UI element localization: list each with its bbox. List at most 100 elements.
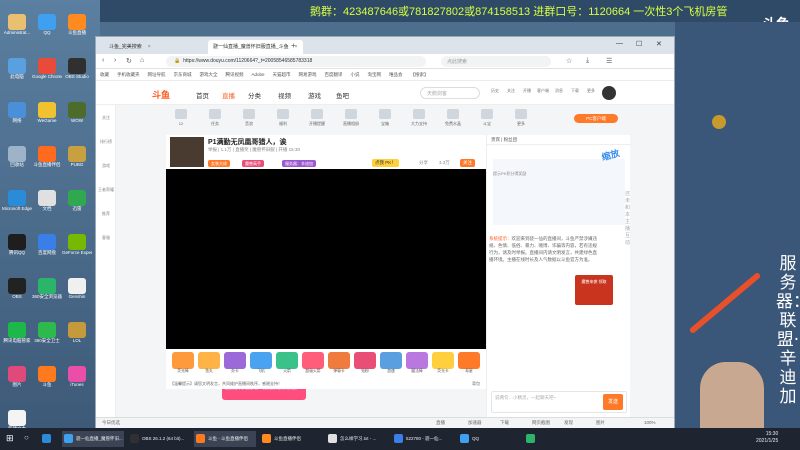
desktop-icon[interactable]: 斗鱼直播伴侣 [32,146,62,176]
left-rail-item[interactable]: 排行榜 [98,139,114,145]
video-player[interactable] [166,169,486,349]
bookmark-item[interactable]: 网易游戏 [299,72,317,78]
desktop-icon[interactable]: WOW [62,102,92,132]
nav-video[interactable]: 视频 [278,90,291,100]
status-item[interactable]: 发现 [564,420,573,426]
bookmark-item[interactable]: 百度翻译 [325,72,343,78]
new-tab-button[interactable]: + [291,41,296,50]
feature-tab[interactable]: 大力支持 [404,109,434,127]
taskbar-item[interactable] [524,431,542,447]
feature-tab[interactable]: 福利 [268,109,298,127]
desktop-icon[interactable]: PUBG [62,146,92,176]
nav-category[interactable]: 分类 [248,90,261,100]
desktop-icon[interactable]: OBS Studio [62,58,92,88]
streamer-thumbnail[interactable] [170,137,204,167]
taskbar-item[interactable]: 522780 - 骁一仙... [392,431,454,447]
status-item[interactable]: 加速器 [468,420,482,426]
header-icon-item[interactable]: 开播 [520,88,534,94]
header-icon-item[interactable]: 下载 [568,88,582,94]
feature-tab[interactable]: 任务 [200,109,230,127]
status-left[interactable]: 今日优选 [102,420,120,426]
taskbar-item[interactable]: OBS 26.1.2 (64 bit)... [128,431,190,447]
gift-item-icon[interactable] [432,352,454,369]
header-icon-item[interactable]: 消息 [552,88,566,94]
desktop-icon[interactable]: 斗鱼 [32,366,62,396]
home-icon[interactable]: ⌂ [140,57,144,64]
url-input[interactable]: 🔒 https://www.douyu.com/1120664?_t=200585… [166,56,426,67]
left-rail-item[interactable]: 关注 [98,115,114,121]
douyu-search-input[interactable]: 天鹅剑客 [420,87,480,99]
desktop-icon[interactable]: iTunes [62,366,92,396]
gift-item-icon[interactable] [302,352,324,369]
desktop-icon[interactable]: 网络 [2,102,32,132]
chat-popup-ad[interactable]: 魔兽来袭 领取 [575,275,613,305]
gift-item-icon[interactable] [380,352,402,369]
bookmark-item[interactable]: 收藏 [100,72,109,78]
status-item[interactable]: 网页截图 [532,420,550,426]
desktop-icon[interactable]: 回收站 [2,146,32,176]
close-tab-icon[interactable]: × [148,44,151,50]
status-item[interactable]: 图片 [596,420,605,426]
taskbar-item[interactable]: 斗鱼直播伴侣 [260,431,322,447]
download-icon[interactable]: ⤓ [586,57,589,65]
desktop-icon[interactable]: 图片 [2,366,32,396]
pk-button[interactable]: 点我 PK！ [372,159,399,167]
desktop-icon[interactable]: Google Chrome [32,58,62,88]
gift-item-icon[interactable] [198,352,220,369]
taskbar-item[interactable]: 斗鱼 - 斗鱼直播伴侣 [194,431,256,447]
bookmark-item[interactable]: 网址导航 [148,72,166,78]
feature-tab[interactable]: 音浪 [234,109,264,127]
gift-item-icon[interactable] [328,352,350,369]
refresh-icon[interactable]: ↻ [126,57,132,65]
desktop-icon[interactable]: 360安全卫士 [32,322,62,352]
tab-douyu[interactable]: 骁一仙直播_魔兽怀旧服直播_斗鱼 × [208,40,303,54]
maximize-icon[interactable]: ☐ [636,40,642,48]
gift-item-icon[interactable] [276,352,298,369]
browser-search-input[interactable]: 点此搜索 [441,56,551,67]
desktop-icon[interactable]: 360安全浏览器 [32,278,62,308]
feature-tab[interactable]: 直播相册 [336,109,366,127]
desktop-icon[interactable]: OBS [2,278,32,308]
desktop-icon[interactable]: 腾讯电脑管家 [2,322,32,352]
windows-start-icon[interactable]: ⊞ [6,433,14,444]
taskbar-item[interactable]: 怎么样学习.txt - ... [326,431,388,447]
feature-tab[interactable]: 开播提醒 [302,109,332,127]
search-icon[interactable]: ○ [24,433,29,442]
extension-icon[interactable]: ☆ [566,57,572,65]
bookmark-item[interactable]: 淘宝网 [368,72,382,78]
share-button[interactable]: 分享 [416,159,431,167]
desktop-icon[interactable]: 腾讯QQ [2,234,32,264]
feature-tab[interactable]: 更多 [506,109,536,127]
status-item[interactable]: 下载 [500,420,509,426]
gift-item-icon[interactable] [406,352,428,369]
status-item[interactable]: 直播 [436,420,445,426]
bookmark-item[interactable]: 小说 [351,72,360,78]
left-rail-item[interactable]: 客服 [98,235,114,241]
chat-tabs[interactable]: 贵宾 | 粉丝团 [487,135,631,145]
bookmark-item[interactable]: 天猫超市 [273,72,291,78]
desktop-icon[interactable]: 百度网盘 [32,234,62,264]
desktop-icon[interactable]: WeGame [32,102,62,132]
bookmark-item[interactable]: 唯品会 [389,72,403,78]
desktop-icon[interactable]: 斗鱼直播 [62,14,92,44]
close-window-icon[interactable]: ✕ [656,40,662,48]
gift-item-icon[interactable] [250,352,272,369]
desktop-icon[interactable]: 文档 [32,190,62,220]
taskbar-item[interactable]: QQ [458,431,520,447]
room-tag[interactable]: 魔兽高手 [242,160,264,167]
feature-tab[interactable]: 12 [166,109,196,126]
left-rail-item[interactable]: 游戏 [98,163,114,169]
send-button[interactable]: 发送 [603,394,623,410]
back-icon[interactable]: ‹ [102,57,104,64]
desktop-icon[interactable]: Genshin [62,278,92,308]
left-rail-item[interactable]: 王者荣耀 [98,187,114,193]
nav-live[interactable]: 直播 [222,90,235,100]
bookmark-item[interactable]: 京东商城 [174,72,192,78]
desktop-icon[interactable]: Microsoft Edge [2,190,32,220]
follow-button[interactable]: 关注 [460,159,475,167]
forward-icon[interactable]: › [114,57,116,64]
feature-tab[interactable]: 斗宝 [472,109,502,127]
douyu-logo[interactable]: 斗鱼 [152,88,170,101]
gift-item-icon[interactable] [224,352,246,369]
taskbar-item[interactable]: 骁一仙直播_魔兽怀旧... [62,431,124,447]
